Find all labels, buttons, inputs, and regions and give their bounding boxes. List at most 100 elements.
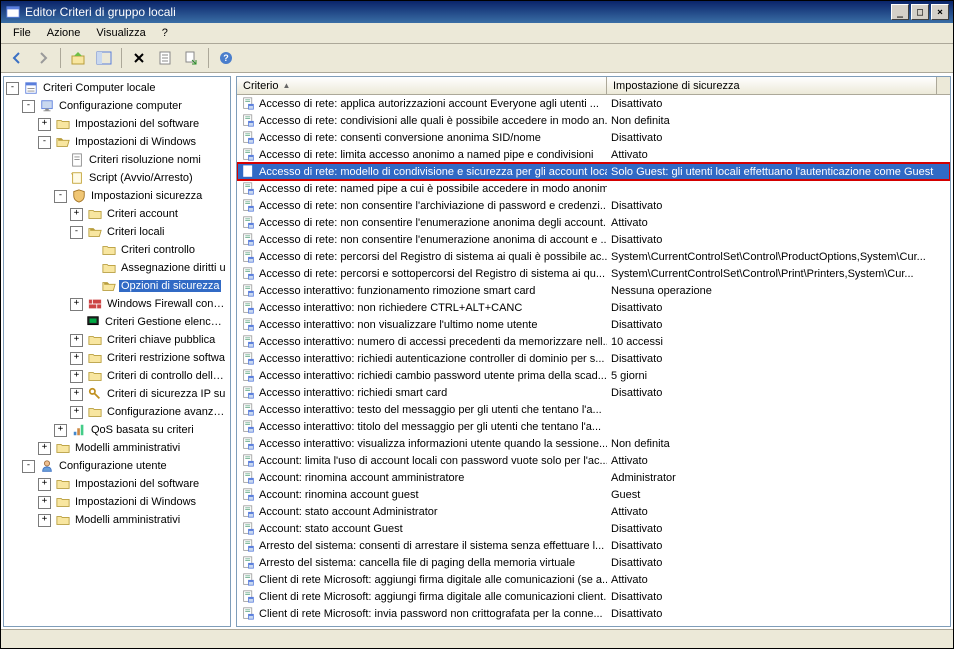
tree-sec-options[interactable]: Opzioni di sicurezza — [86, 277, 228, 295]
tree-cfg-user[interactable]: - Configurazione utente — [22, 457, 228, 475]
column-impostazione[interactable]: Impostazione di sicurezza — [607, 77, 937, 94]
expand-toggle[interactable]: + — [38, 514, 51, 527]
help-button[interactable]: ? — [214, 46, 238, 70]
expand-toggle[interactable]: + — [70, 334, 83, 347]
expand-toggle[interactable]: + — [70, 370, 83, 383]
expand-toggle[interactable]: - — [38, 136, 51, 149]
policy-row[interactable]: Account: rinomina account amministratore… — [237, 469, 950, 486]
back-button[interactable] — [5, 46, 29, 70]
up-button[interactable] — [66, 46, 90, 70]
tree-root[interactable]: -Criteri Computer locale — [6, 79, 228, 97]
policy-row[interactable]: Accesso di rete: applica autorizzazioni … — [237, 95, 950, 112]
policy-name: Accesso interattivo: richiedi cambio pas… — [259, 370, 607, 382]
expand-toggle[interactable]: - — [22, 460, 35, 473]
tree-sw-settings-u[interactable]: +Impostazioni del software — [38, 475, 228, 493]
maximize-button[interactable]: □ — [911, 4, 929, 20]
tree-sw-restrict[interactable]: +Criteri restrizione softwa — [70, 349, 228, 367]
menu-help[interactable]: ? — [154, 25, 176, 41]
expand-toggle[interactable]: + — [70, 298, 83, 311]
policy-row[interactable]: Accesso interattivo: visualizza informaz… — [237, 435, 950, 452]
tree-ipsec[interactable]: + Criteri di sicurezza IP su — [70, 385, 228, 403]
tree-label: Criteri di sicurezza IP su — [105, 388, 227, 400]
policy-row[interactable]: Account: stato account AdministratorAtti… — [237, 503, 950, 520]
expand-toggle[interactable]: + — [70, 388, 83, 401]
show-hide-tree-button[interactable] — [92, 46, 116, 70]
policy-row[interactable]: Client di rete Microsoft: aggiungi firma… — [237, 588, 950, 605]
tree-account-pol[interactable]: +Criteri account — [70, 205, 228, 223]
policy-row[interactable]: Accesso interattivo: richiedi cambio pas… — [237, 367, 950, 384]
expand-toggle[interactable]: + — [38, 442, 51, 455]
tree-label: Configurazione utente — [57, 460, 169, 472]
tree-local-pol[interactable]: -Criteri locali — [70, 223, 228, 241]
expand-toggle[interactable]: - — [22, 100, 35, 113]
policy-row[interactable]: Accesso di rete: percorsi del Registro d… — [237, 248, 950, 265]
expand-toggle[interactable]: - — [70, 226, 83, 239]
policy-row[interactable]: Accesso di rete: modello di condivisione… — [237, 163, 950, 180]
minimize-button[interactable]: _ — [891, 4, 909, 20]
export-button[interactable] — [179, 46, 203, 70]
delete-button[interactable] — [127, 46, 151, 70]
policy-row[interactable]: Accesso interattivo: non richiedere CTRL… — [237, 299, 950, 316]
tree-user-rights[interactable]: Assegnazione diritti u — [86, 259, 228, 277]
tree-cfg-computer[interactable]: -Configurazione computer — [22, 97, 228, 115]
policy-name: Accesso interattivo: testo del messaggio… — [259, 404, 602, 416]
expand-toggle[interactable]: + — [38, 118, 51, 131]
tree-sec-settings[interactable]: -Impostazioni sicurezza — [54, 187, 228, 205]
tree-sw-settings[interactable]: +Impostazioni del software — [38, 115, 228, 133]
policy-row[interactable]: Accesso interattivo: richiedi autenticaz… — [237, 350, 950, 367]
tree-win-settings[interactable]: -Impostazioni di Windows — [38, 133, 228, 151]
policy-row[interactable]: Accesso di rete: limita accesso anonimo … — [237, 146, 950, 163]
policy-row[interactable]: Arresto del sistema: consenti di arresta… — [237, 537, 950, 554]
policy-row[interactable]: Accesso di rete: non consentire l'enumer… — [237, 231, 950, 248]
tree-win-settings-u[interactable]: +Impostazioni di Windows — [38, 493, 228, 511]
tree-app-control[interactable]: +Criteri di controllo delle a — [70, 367, 228, 385]
tree-nlm[interactable]: Criteri Gestione elenco re — [70, 313, 228, 331]
policy-row[interactable]: Accesso di rete: percorsi e sottopercors… — [237, 265, 950, 282]
policy-row[interactable]: Accesso di rete: non consentire l'enumer… — [237, 214, 950, 231]
policy-value: Disattivato — [611, 98, 662, 110]
policy-row[interactable]: Accesso interattivo: numero di accessi p… — [237, 333, 950, 350]
tree-pane[interactable]: -Criteri Computer locale-Configurazione … — [3, 76, 231, 627]
tree-qos[interactable]: +QoS basata su criteri — [54, 421, 228, 439]
tree-icon — [23, 80, 39, 96]
tree-adv-audit[interactable]: +Configurazione avanzata — [70, 403, 228, 421]
policy-row[interactable]: Client di rete Microsoft: aggiungi firma… — [237, 571, 950, 588]
menu-file[interactable]: File — [5, 25, 39, 41]
policy-row[interactable]: Account: rinomina account guestGuest — [237, 486, 950, 503]
menu-visualizza[interactable]: Visualizza — [88, 25, 153, 41]
expand-toggle[interactable]: + — [38, 496, 51, 509]
tree-admin-templates-u[interactable]: +Modelli amministrativi — [38, 511, 228, 529]
tree-name-res[interactable]: Criteri risoluzione nomi — [54, 151, 228, 169]
close-button[interactable]: × — [931, 4, 949, 20]
policy-row[interactable]: Accesso di rete: non consentire l'archiv… — [237, 197, 950, 214]
column-criterio[interactable]: Criterio▲ — [237, 77, 607, 94]
expand-toggle[interactable]: - — [6, 82, 19, 95]
forward-button[interactable] — [31, 46, 55, 70]
tree-firewall[interactable]: +Windows Firewall con sic — [70, 295, 228, 313]
tree-audit-pol[interactable]: Criteri controllo — [86, 241, 228, 259]
expand-toggle[interactable]: + — [70, 208, 83, 221]
policy-row[interactable]: Accesso interattivo: titolo del messaggi… — [237, 418, 950, 435]
policy-row[interactable]: Accesso interattivo: testo del messaggio… — [237, 401, 950, 418]
expand-toggle[interactable]: + — [38, 478, 51, 491]
policy-row[interactable]: Accesso interattivo: richiedi smart card… — [237, 384, 950, 401]
expand-toggle[interactable]: - — [54, 190, 67, 203]
list-body[interactable]: Accesso di rete: applica autorizzazioni … — [237, 95, 950, 626]
menu-azione[interactable]: Azione — [39, 25, 89, 41]
policy-row[interactable]: Accesso interattivo: funzionamento rimoz… — [237, 282, 950, 299]
policy-row[interactable]: Accesso di rete: condivisioni alle quali… — [237, 112, 950, 129]
tree-pubkey[interactable]: +Criteri chiave pubblica — [70, 331, 228, 349]
policy-row[interactable]: Account: limita l'uso di account locali … — [237, 452, 950, 469]
properties-button[interactable] — [153, 46, 177, 70]
policy-row[interactable]: Arresto del sistema: cancella file di pa… — [237, 554, 950, 571]
tree-scripts[interactable]: Script (Avvio/Arresto) — [54, 169, 228, 187]
policy-row[interactable]: Accesso interattivo: non visualizzare l'… — [237, 316, 950, 333]
expand-toggle[interactable]: + — [70, 352, 83, 365]
expand-toggle[interactable]: + — [70, 406, 83, 419]
policy-row[interactable]: Accesso di rete: named pipe a cui è poss… — [237, 180, 950, 197]
policy-row[interactable]: Account: stato account GuestDisattivato — [237, 520, 950, 537]
policy-row[interactable]: Accesso di rete: consenti conversione an… — [237, 129, 950, 146]
tree-admin-templates[interactable]: +Modelli amministrativi — [38, 439, 228, 457]
expand-toggle[interactable]: + — [54, 424, 67, 437]
policy-row[interactable]: Client di rete Microsoft: invia password… — [237, 605, 950, 622]
